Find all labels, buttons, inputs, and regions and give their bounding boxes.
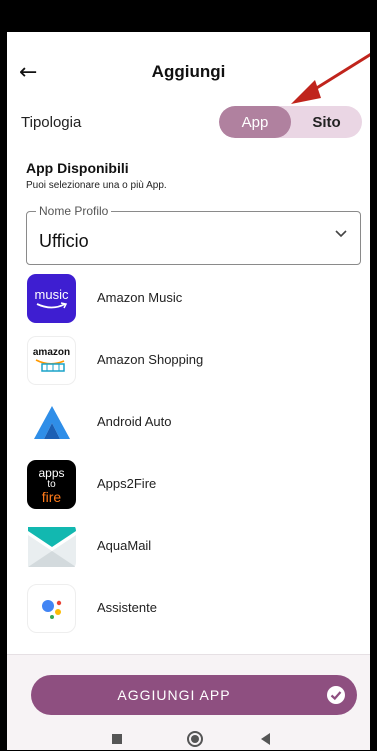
list-item-apps2fire[interactable]: apps to fire Apps2Fire	[7, 454, 370, 516]
amazon-shopping-icon-text: amazon	[32, 347, 71, 358]
home-icon[interactable]	[187, 731, 203, 747]
list-item-partial[interactable]	[7, 640, 370, 646]
recents-icon[interactable]	[112, 734, 122, 744]
apps2fire-line-3: fire	[41, 488, 62, 505]
app-name: Amazon Music	[97, 290, 183, 305]
assistant-dots-icon	[41, 599, 61, 619]
envelope-icon	[27, 526, 76, 567]
profile-field-label: Nome Profilo	[36, 204, 112, 218]
amazon-music-icon-text: music	[34, 287, 69, 302]
list-item-assistente[interactable]: Assistente	[7, 578, 370, 640]
list-item-amazon-shopping[interactable]: amazon Amazon Shopping	[7, 330, 370, 392]
app-name: Assistente	[97, 600, 157, 615]
list-item-android-auto[interactable]: Android Auto	[7, 392, 370, 454]
shopping-cart-icon	[35, 359, 65, 372]
profile-field-value: Ufficio	[39, 231, 89, 251]
apps2fire-icon: apps to fire	[27, 460, 76, 509]
apps2fire-line-1: apps	[38, 465, 65, 480]
app-name: Apps2Fire	[97, 476, 157, 491]
system-nav-bar	[7, 722, 370, 750]
back-triangle-icon[interactable]	[261, 733, 270, 745]
app-name: AquaMail	[97, 538, 152, 553]
tipologia-label: Tipologia	[21, 114, 82, 131]
chevron-down-icon	[335, 230, 347, 238]
app-name: Amazon Shopping	[97, 352, 204, 367]
app-name: Android Auto	[97, 414, 172, 429]
smile-arrow-icon	[36, 302, 67, 309]
amazon-music-icon: music	[27, 274, 76, 323]
add-app-button[interactable]: AGGIUNGI APP	[31, 675, 357, 715]
android-auto-glyph	[33, 405, 70, 439]
check-circle-icon	[327, 686, 345, 704]
assistant-icon	[27, 584, 76, 633]
list-item-amazon-music[interactable]: music Amazon Music	[7, 268, 370, 330]
section-subtitle: Puoi selezionare una o più App.	[26, 180, 167, 191]
amazon-shopping-icon: amazon	[27, 336, 76, 385]
section-title: App Disponibili	[26, 160, 129, 176]
list-item-aquamail[interactable]: AquaMail	[7, 516, 370, 578]
profile-dropdown[interactable]: Nome Profilo Ufficio	[26, 204, 361, 265]
android-auto-icon	[27, 398, 76, 447]
app-list[interactable]: music Amazon Music amazon Amazon Shoppin…	[7, 268, 370, 646]
screen-frame: ← Aggiungi Tipologia App Sito App Dispon…	[0, 0, 377, 751]
annotation-arrow	[291, 52, 370, 104]
aquamail-icon	[27, 522, 76, 571]
add-app-button-label: AGGIUNGI APP	[117, 687, 231, 703]
status-bar	[7, 6, 370, 32]
